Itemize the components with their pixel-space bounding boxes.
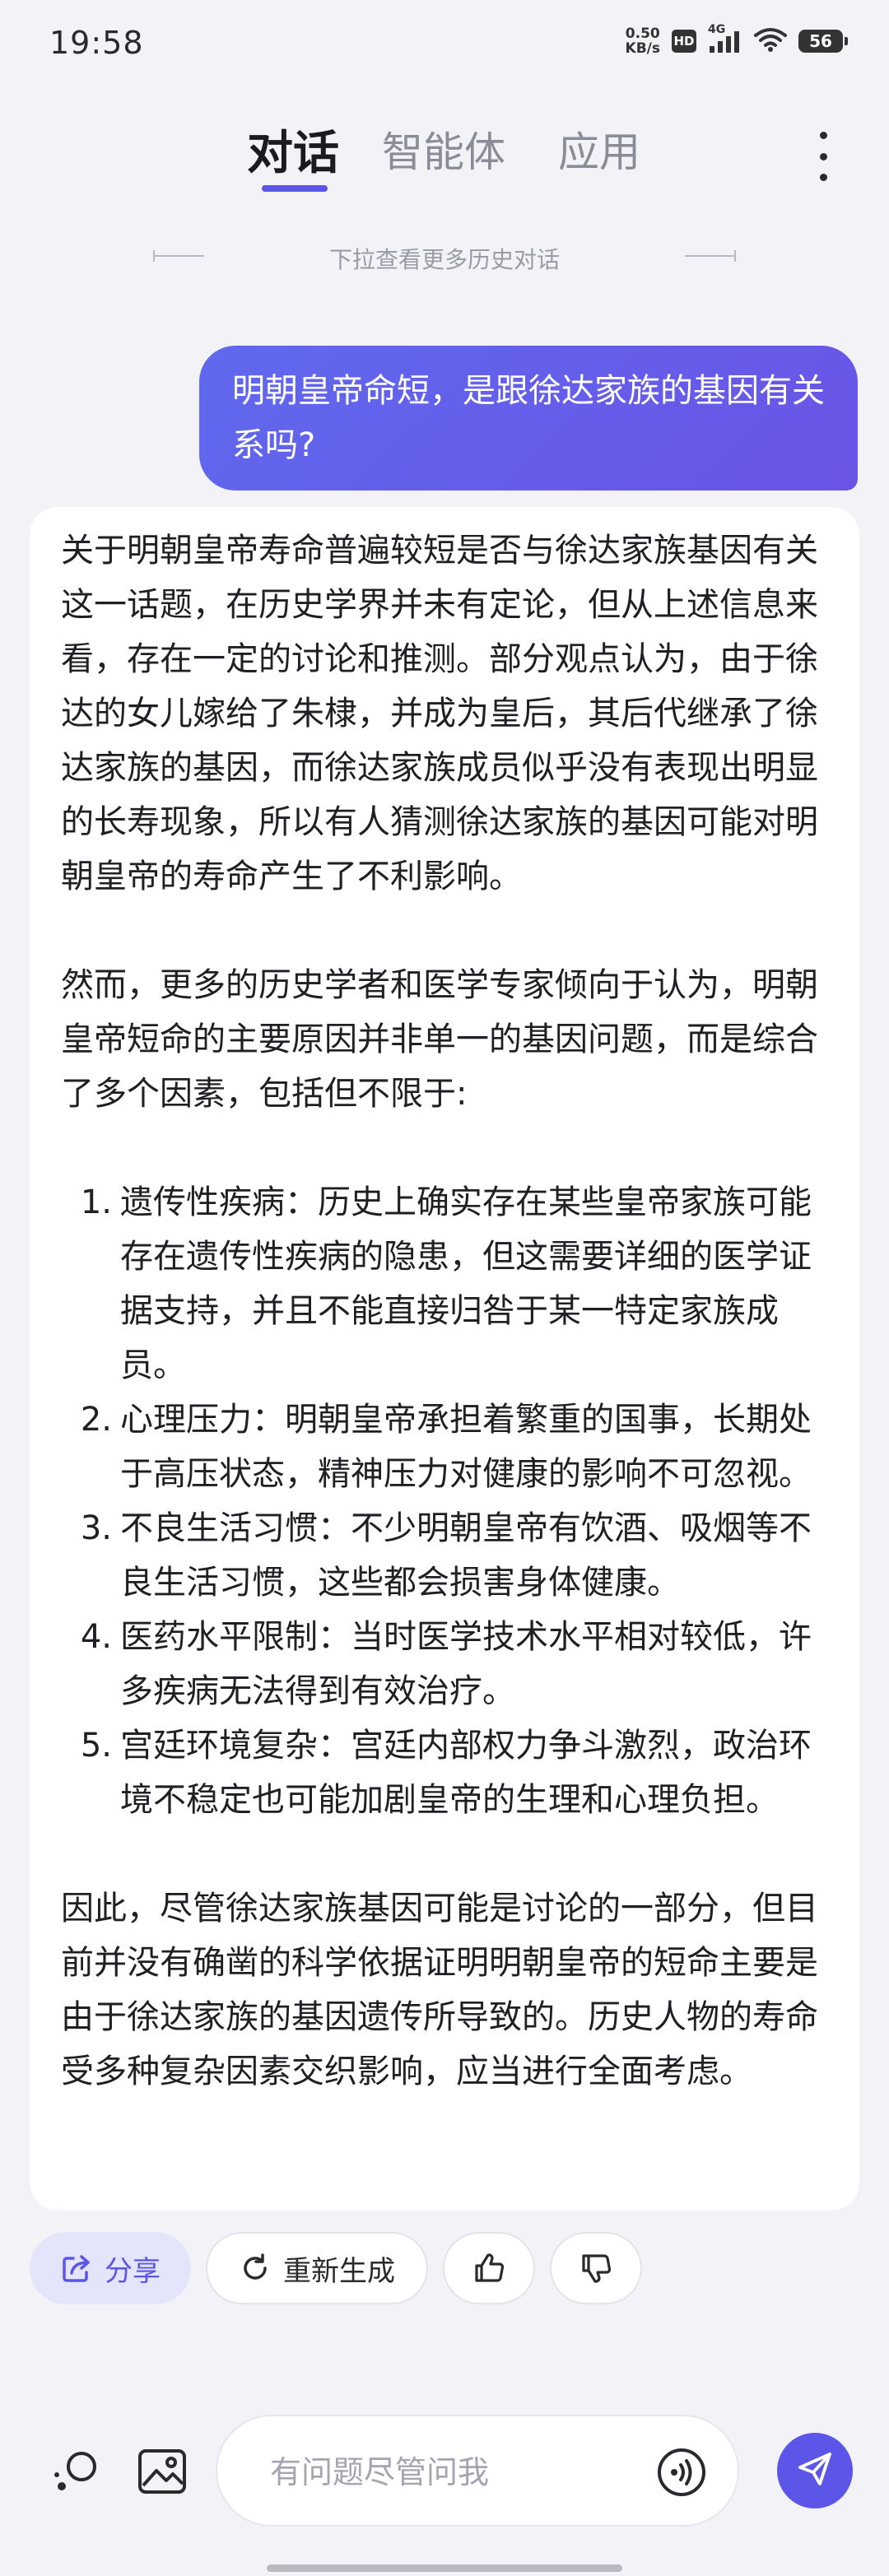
answer-transition: 然而，更多的历史学者和医学专家倾向于认为，明朝皇帝短命的主要原因并非单一的基因问… bbox=[61, 966, 818, 1113]
answer-intro: 关于明朝皇帝寿命普遍较短是否与徐达家族基因有关这一话题，在历史学界并未有定论，但… bbox=[61, 532, 818, 895]
regenerate-label: 重新生成 bbox=[283, 2254, 395, 2288]
network-speed-value: 0.50 bbox=[625, 26, 660, 42]
share-label: 分享 bbox=[105, 2254, 161, 2288]
thumbs-up-icon bbox=[472, 2251, 506, 2285]
list-item-number: 5. bbox=[80, 1727, 112, 1765]
tab-agents[interactable]: 智能体 bbox=[382, 119, 505, 179]
list-item-number: 4. bbox=[80, 1618, 112, 1656]
tab-chat[interactable]: 对话 bbox=[247, 116, 339, 183]
share-icon bbox=[60, 2252, 93, 2285]
thumbs-down-icon bbox=[579, 2251, 613, 2285]
top-tabs: 对话 智能体 应用 bbox=[0, 119, 889, 210]
user-message-bubble: 明朝皇帝命短，是跟徐达家族的基因有关系吗? bbox=[199, 346, 858, 491]
share-button[interactable]: 分享 bbox=[30, 2232, 191, 2304]
history-hint: 下拉查看更多历史对话 bbox=[0, 239, 889, 273]
image-icon[interactable] bbox=[133, 2443, 191, 2500]
refresh-icon bbox=[239, 2252, 272, 2285]
list-item: 3. 不良生活习惯：不少明朝皇帝有饮酒、吸烟等不良生活习惯，这些都会损害身体健康… bbox=[61, 1501, 831, 1610]
wifi-icon bbox=[754, 27, 787, 55]
list-item-text: 宫廷环境复杂：宫廷内部权力争斗激烈，政治环境不稳定也可能加剧皇帝的生理和心理负担… bbox=[120, 1727, 812, 1819]
tab-apps[interactable]: 应用 bbox=[558, 119, 640, 179]
list-item-number: 2. bbox=[80, 1401, 112, 1439]
answer-factor-list: 1. 遗传性疾病：历史上确实存在某些皇帝家族可能存在遗传性疾病的隐患，但这需要详… bbox=[61, 1175, 831, 1827]
more-options-icon[interactable] bbox=[813, 132, 833, 181]
regenerate-button[interactable]: 重新生成 bbox=[206, 2232, 428, 2304]
status-bar: 19:58 0.50 KB/s HD 4G 56 bbox=[0, 0, 889, 91]
answer-conclusion: 因此，尽管徐达家族基因可能是讨论的一部分，但目前并没有确凿的科学依据证明明朝皇帝… bbox=[61, 1890, 818, 2090]
message-input[interactable] bbox=[268, 2444, 617, 2500]
assistant-answer-card: 关于明朝皇帝寿命普遍较短是否与徐达家族基因有关这一话题，在历史学界并未有定论，但… bbox=[30, 507, 859, 2211]
list-item-text: 不良生活习惯：不少明朝皇帝有饮酒、吸烟等不良生活习惯，这些都会损害身体健康。 bbox=[120, 1509, 812, 1602]
discover-icon[interactable] bbox=[48, 2443, 105, 2500]
network-speed-unit: KB/s bbox=[625, 40, 660, 57]
list-item: 4. 医药水平限制：当时医学技术水平相对较低，许多疾病无法得到有效治疗。 bbox=[61, 1610, 831, 1718]
send-button[interactable] bbox=[777, 2433, 853, 2509]
list-item: 1. 遗传性疾病：历史上确实存在某些皇帝家族可能存在遗传性疾病的隐患，但这需要详… bbox=[61, 1175, 831, 1393]
history-hint-divider-right bbox=[685, 250, 736, 262]
input-bar bbox=[0, 2403, 889, 2535]
like-button[interactable] bbox=[443, 2232, 535, 2304]
history-hint-text: 下拉查看更多历史对话 bbox=[328, 246, 560, 273]
answer-action-row: 分享 重新生成 bbox=[30, 2232, 642, 2306]
message-input-wrapper bbox=[216, 2415, 739, 2527]
list-item: 2. 心理压力：明朝皇帝承担着繁重的国事，长期处于高压状态，精神压力对健康的影响… bbox=[61, 1393, 831, 1501]
dislike-button[interactable] bbox=[550, 2232, 642, 2304]
home-indicator[interactable] bbox=[267, 2564, 622, 2572]
send-icon bbox=[795, 2449, 835, 2492]
list-item-number: 1. bbox=[80, 1183, 112, 1221]
list-item-text: 医药水平限制：当时医学技术水平相对较低，许多疾病无法得到有效治疗。 bbox=[120, 1618, 812, 1710]
list-item-number: 3. bbox=[80, 1509, 112, 1547]
battery-icon: 56 bbox=[798, 30, 848, 53]
list-item-text: 遗传性疾病：历史上确实存在某些皇帝家族可能存在遗传性疾病的隐患，但这需要详细的医… bbox=[120, 1183, 812, 1384]
list-item: 5. 宫廷环境复杂：宫廷内部权力争斗激烈，政治环境不稳定也可能加剧皇帝的生理和心… bbox=[61, 1718, 831, 1827]
network-speed: 0.50 KB/s bbox=[626, 26, 660, 56]
cellular-signal-icon: 4G bbox=[708, 23, 742, 54]
active-tab-indicator bbox=[262, 185, 328, 192]
hd-icon: HD bbox=[672, 30, 696, 53]
voice-input-icon[interactable] bbox=[654, 2444, 710, 2500]
status-time: 19:58 bbox=[49, 25, 144, 61]
list-item-text: 心理压力：明朝皇帝承担着繁重的国事，长期处于高压状态，精神压力对健康的影响不可忽… bbox=[120, 1401, 812, 1493]
status-icons: 0.50 KB/s HD 4G 56 bbox=[626, 23, 848, 56]
